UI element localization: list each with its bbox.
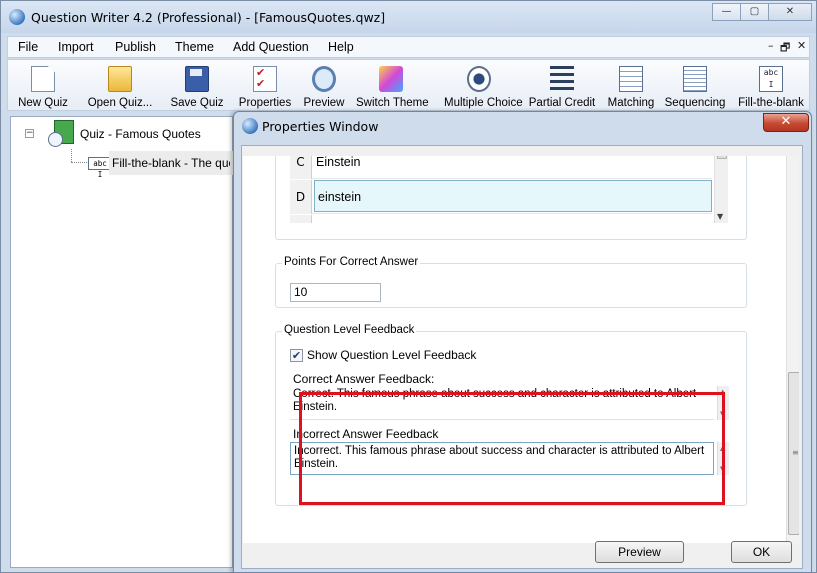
floppy-disk-icon <box>185 66 209 92</box>
app-globe-icon <box>9 9 25 25</box>
tree-item-quiz[interactable]: Quiz - Famous Quotes <box>80 127 201 141</box>
dialog-client-area: C Einstein D einstein ▼ Points For Corre… <box>241 145 803 569</box>
sequencing-button[interactable]: Sequencing <box>665 62 725 110</box>
menu-import[interactable]: Import <box>58 40 93 54</box>
menu-publish[interactable]: Publish <box>115 40 156 54</box>
points-input[interactable]: 10 <box>290 283 381 302</box>
save-quiz-button[interactable]: Save Quiz <box>170 62 224 110</box>
checklist-icon <box>253 66 277 92</box>
partial-credit-button[interactable]: Partial Credit <box>529 62 595 110</box>
mdi-restore-icon[interactable]: 🗗 <box>780 39 790 58</box>
answer-value[interactable]: einstein <box>318 180 361 214</box>
fill-the-blank-button[interactable]: abc I Fill-the-blank <box>738 62 804 110</box>
matching-button[interactable]: Matching <box>608 62 654 110</box>
table-grid-icon <box>619 66 643 92</box>
menu-help[interactable]: Help <box>328 40 354 54</box>
preview-toolbar-button[interactable]: Preview <box>304 62 344 110</box>
dialog-globe-icon <box>242 118 258 134</box>
restore-button[interactable]: ▢ <box>740 3 769 21</box>
magnifier-icon <box>312 66 336 92</box>
tree-item-question[interactable]: Fill-the-blank - The quote ' <box>112 156 230 170</box>
answers-group: C Einstein D einstein ▼ <box>275 156 747 240</box>
title-bar: Question Writer 4.2 (Professional) - [Fa… <box>1 1 816 33</box>
save-quiz-label: Save Quiz <box>170 97 224 109</box>
mdi-minimize-icon[interactable]: – <box>768 39 774 52</box>
ok-button[interactable]: OK <box>731 541 792 563</box>
open-quiz-label: Open Quiz... <box>87 97 153 109</box>
partial-credit-label: Partial Credit <box>528 97 596 109</box>
matching-label: Matching <box>607 97 655 109</box>
new-quiz-label: New Quiz <box>18 97 68 109</box>
answer-letter: D <box>290 180 312 214</box>
preview-button[interactable]: Preview <box>595 541 684 563</box>
paint-icon <box>379 66 403 92</box>
sequencing-label: Sequencing <box>664 97 726 109</box>
points-group: Points For Correct Answer 10 <box>275 256 747 308</box>
answer-letter: C <box>290 156 312 179</box>
answer-edit-field[interactable] <box>314 180 712 212</box>
menu-file[interactable]: File <box>18 40 38 54</box>
properties-button[interactable]: Properties <box>239 62 291 110</box>
menu-bar: File Import Publish Theme Add Question H… <box>7 36 810 58</box>
open-folder-icon <box>108 66 132 92</box>
text-field-icon: abc I <box>759 66 783 92</box>
scroll-down-arrow-icon[interactable]: ▼ <box>717 212 723 221</box>
new-document-icon <box>31 66 55 92</box>
minimize-button[interactable]: — <box>712 3 741 21</box>
answer-row-c[interactable]: C Einstein <box>290 156 712 179</box>
quiz-tree[interactable]: − Quiz - Famous Quotes abc I Fill-the-bl… <box>10 116 233 568</box>
sequence-list-icon <box>683 66 707 92</box>
properties-dialog: Properties Window ✕ C Einstein D einstei… <box>233 111 812 573</box>
multiple-choice-button[interactable]: Multiple Choice <box>444 62 523 110</box>
dialog-title-bar[interactable]: Properties Window ✕ <box>234 112 811 140</box>
list-lines-icon <box>550 66 574 92</box>
multiple-choice-label: Multiple Choice <box>444 97 523 109</box>
toolbar: New Quiz Open Quiz... Save Quiz Properti… <box>7 59 810 111</box>
quiz-book-icon <box>48 120 74 148</box>
preview-toolbar-label: Preview <box>303 97 345 109</box>
menu-add-question[interactable]: Add Question <box>233 40 309 54</box>
open-quiz-button[interactable]: Open Quiz... <box>88 62 152 110</box>
properties-vertical-scrollbar[interactable]: ≡ <box>786 156 799 543</box>
close-button[interactable]: ✕ <box>768 3 812 21</box>
show-feedback-checkbox[interactable]: ✔ <box>290 349 303 362</box>
new-quiz-button[interactable]: New Quiz <box>18 62 68 110</box>
radio-button-icon <box>467 66 491 92</box>
correct-feedback-label: Correct Answer Feedback: <box>293 372 435 386</box>
switch-theme-label: Switch Theme <box>356 97 429 109</box>
scrollbar-thumb[interactable]: ≡ <box>788 372 799 535</box>
answers-grid: C Einstein D einstein <box>290 156 712 223</box>
properties-scroll-area[interactable]: C Einstein D einstein ▼ Points For Corre… <box>243 156 799 543</box>
menu-theme[interactable]: Theme <box>175 40 214 54</box>
feedback-group-label: Question Level Feedback <box>282 324 417 336</box>
show-feedback-label: Show Question Level Feedback <box>307 348 477 362</box>
window-title: Question Writer 4.2 (Professional) - [Fa… <box>31 10 386 25</box>
answers-scrollbar[interactable]: ▼ <box>714 156 728 223</box>
dialog-title: Properties Window <box>262 119 379 134</box>
points-label: Points For Correct Answer <box>282 256 421 268</box>
mdi-close-icon[interactable]: ✕ <box>797 39 806 52</box>
collapse-toggle-icon[interactable]: − <box>25 129 34 138</box>
fill-the-blank-label: Fill-the-blank <box>738 97 804 109</box>
answer-value[interactable]: Einstein <box>316 156 360 179</box>
dialog-close-button[interactable]: ✕ <box>763 113 809 132</box>
switch-theme-button[interactable]: Switch Theme <box>356 62 429 110</box>
highlight-annotation <box>299 392 725 505</box>
answer-row-d[interactable]: D einstein <box>290 180 712 214</box>
